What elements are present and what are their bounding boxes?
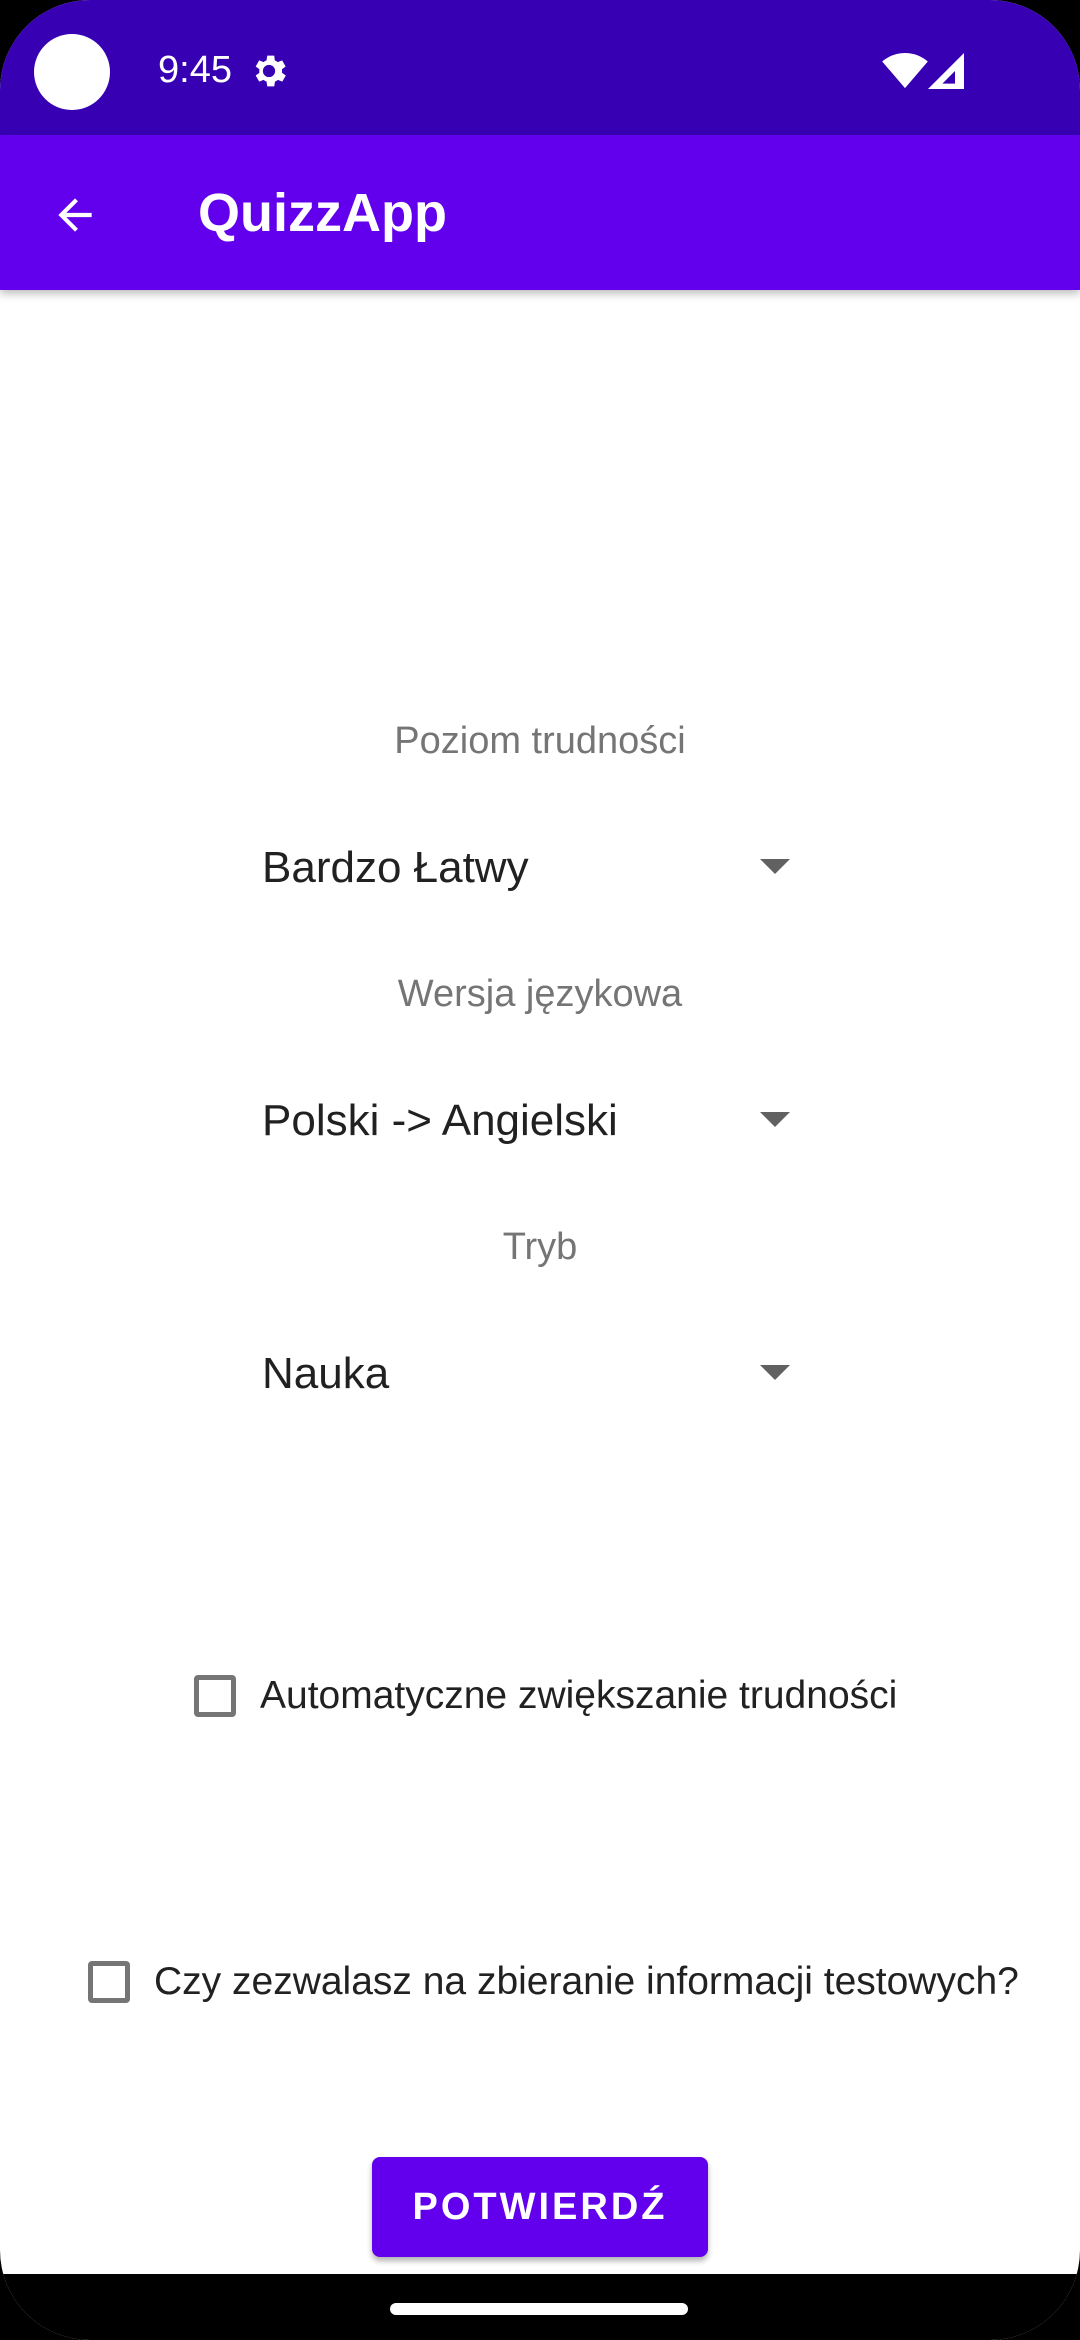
difficulty-label: Poziom trudności: [394, 720, 686, 762]
wifi-icon: [882, 52, 928, 89]
app-title: QuizzApp: [198, 183, 447, 243]
status-bar: 9:45: [0, 0, 1080, 135]
status-time: 9:45: [158, 49, 232, 91]
dropdown-arrow-icon: [760, 1112, 790, 1127]
test-data-consent-checkbox-row[interactable]: Czy zezwalasz na zbieranie informacji te…: [88, 1947, 1019, 2017]
mode-value: Nauka: [262, 1349, 390, 1398]
auto-difficulty-checkbox-row[interactable]: Automatyczne zwiększanie trudności: [194, 1661, 897, 1731]
language-value: Polski -> Angielski: [262, 1096, 618, 1145]
signal-icon: [928, 53, 964, 89]
gear-icon: [255, 55, 286, 87]
test-data-consent-label: Czy zezwalasz na zbieranie informacji te…: [154, 1960, 1019, 2003]
auto-difficulty-checkbox[interactable]: [194, 1675, 236, 1717]
back-button[interactable]: [30, 170, 120, 260]
mode-label: Tryb: [502, 1226, 578, 1268]
confirm-button[interactable]: POTWIERDŹ: [372, 2157, 708, 2257]
home-indicator[interactable]: [390, 2303, 688, 2315]
language-spinner[interactable]: Polski -> Angielski: [262, 1076, 802, 1166]
dropdown-arrow-icon: [760, 1365, 790, 1380]
camera-cutout: [34, 34, 110, 110]
mode-spinner[interactable]: Nauka: [262, 1329, 802, 1419]
dropdown-arrow-icon: [760, 859, 790, 874]
difficulty-spinner[interactable]: Bardzo Łatwy: [262, 823, 802, 913]
arrow-back-icon: [58, 198, 92, 232]
language-label: Wersja językowa: [397, 973, 683, 1015]
app-bar: QuizzApp: [0, 135, 1080, 290]
app-screen: 9:45 QuizzApp Poziom trudności Bardzo Ła…: [0, 0, 1080, 2340]
test-data-consent-checkbox[interactable]: [88, 1961, 130, 2003]
auto-difficulty-label: Automatyczne zwiększanie trudności: [260, 1674, 898, 1717]
difficulty-value: Bardzo Łatwy: [262, 843, 529, 892]
